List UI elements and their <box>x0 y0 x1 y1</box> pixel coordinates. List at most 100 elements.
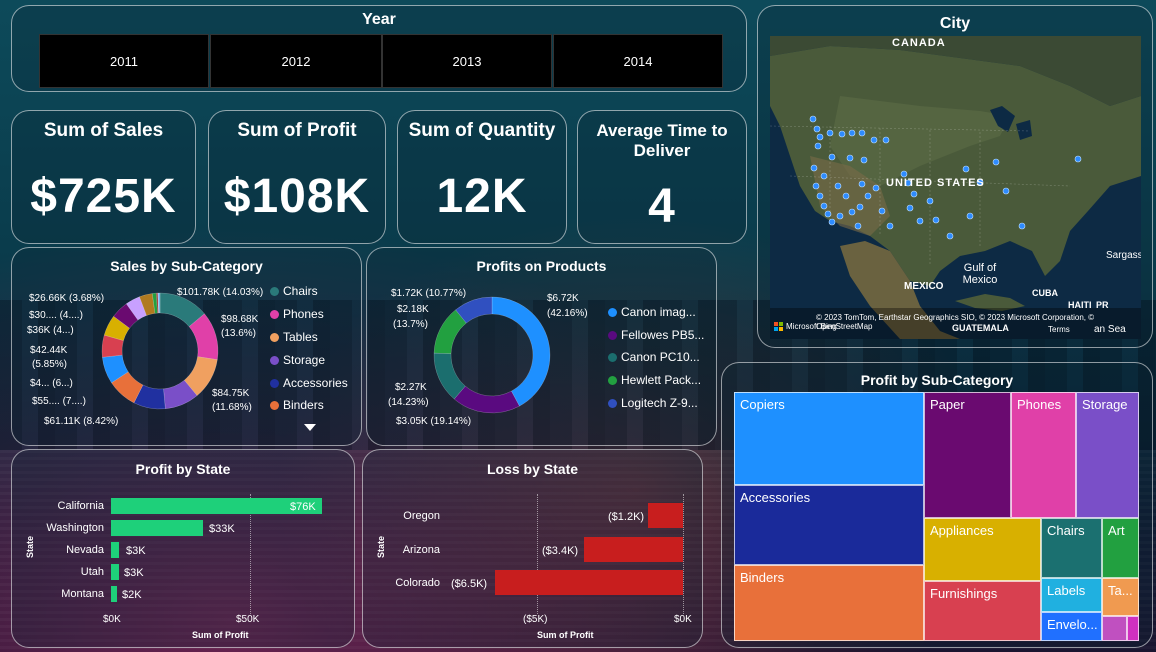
data-label: (5.85%) <box>32 359 68 370</box>
legend-label: Binders <box>283 398 324 412</box>
legend-item-canon-pc[interactable]: Canon PC10... <box>608 350 700 364</box>
treemap-tile-appliances[interactable]: Appliances <box>924 518 1041 581</box>
legend-dot <box>270 355 279 365</box>
legend-item-chairs[interactable]: Chairs <box>270 284 318 298</box>
bing-logo: Microsoft Bing <box>774 322 837 331</box>
legend-item-canon-imag[interactable]: Canon imag... <box>608 305 696 319</box>
data-label: $2.18K <box>397 304 429 315</box>
bar-utah[interactable] <box>111 564 120 580</box>
year-option-2012[interactable]: 2012 <box>210 34 382 88</box>
legend-item-fellowes[interactable]: Fellowes PB5... <box>608 328 704 342</box>
state-label-colorado: Colorado <box>395 577 440 589</box>
treemap-tile-envelopes[interactable]: Envelo... <box>1041 612 1102 641</box>
bar-oregon[interactable] <box>648 503 683 528</box>
legend-label: Accessories <box>283 376 348 390</box>
donut-slice-fellowes-pb5[interactable] <box>453 385 520 414</box>
legend-item-logitech[interactable]: Logitech Z-9... <box>608 396 698 410</box>
map-terms-link[interactable]: Terms <box>1048 325 1070 334</box>
year-slicer-title: Year <box>362 11 396 28</box>
bar-value-label: ($6.5K) <box>451 578 488 590</box>
legend-item-accessories[interactable]: Accessories <box>270 376 348 390</box>
legend-dot <box>608 398 617 408</box>
map-label-sargasso: Sargass <box>1106 250 1141 261</box>
treemap-tile-small-1[interactable] <box>1102 616 1127 641</box>
bar-montana[interactable] <box>111 586 117 602</box>
treemap-tile-art[interactable]: Art <box>1102 518 1139 578</box>
year-slicer-panel: Year 2011 2012 2013 2014 <box>11 5 747 92</box>
map-title: City <box>939 15 971 32</box>
treemap-tile-copiers[interactable]: Copiers <box>734 392 924 485</box>
map-canvas[interactable]: CANADA UNITED STATES Gulf of Mexico MEXI… <box>770 36 1141 339</box>
bar-arizona[interactable] <box>584 537 683 562</box>
state-label-oregon: Oregon <box>403 510 440 522</box>
legend-label: Chairs <box>283 284 318 298</box>
legend-dot <box>608 330 617 340</box>
bar-value-label: $33K <box>209 523 235 535</box>
profit-treemap-panel: Profit by Sub-Category Copiers Accessori… <box>721 362 1153 648</box>
kpi-title: Sum of Quantity <box>408 120 556 141</box>
data-label: (13.6%) <box>221 328 257 339</box>
treemap-tile-small-2[interactable] <box>1127 616 1139 641</box>
loss-state-bars[interactable]: Oregon Arizona Colorado ($1.2K) ($3.4K) … <box>363 450 704 649</box>
map-label-canada: CANADA <box>892 37 946 49</box>
kpi-card-delivery-time: Average Time to Deliver 4 <box>577 110 747 244</box>
treemap-tile-phones[interactable]: Phones <box>1011 392 1076 518</box>
data-label: $42.44K <box>30 345 68 356</box>
legend-item-storage[interactable]: Storage <box>270 353 325 367</box>
bar-nevada[interactable] <box>111 542 120 558</box>
legend-item-binders[interactable]: Binders <box>270 398 324 412</box>
legend-scroll-down-icon[interactable] <box>304 424 316 431</box>
bar-colorado[interactable] <box>494 570 683 595</box>
microsoft-logo-icon <box>774 322 783 331</box>
kpi-value: 12K <box>436 170 528 223</box>
map-label-haiti: HAITI <box>1068 300 1092 310</box>
legend-label: Phones <box>283 307 324 321</box>
map-label-cuba: CUBA <box>1032 288 1058 298</box>
legend-item-tables[interactable]: Tables <box>270 330 318 344</box>
kpi-title: Sum of Profit <box>237 120 357 141</box>
bar-washington[interactable] <box>111 520 203 536</box>
donut-slice-canon-imag[interactable] <box>491 296 551 407</box>
state-label-utah: Utah <box>80 566 104 578</box>
legend-label: Tables <box>283 330 318 344</box>
legend-item-hewlett[interactable]: Hewlett Pack... <box>608 373 701 387</box>
kpi-value: $725K <box>30 170 177 223</box>
kpi-card-profit: Sum of Profit $108K <box>208 110 386 244</box>
legend-label: Hewlett Pack... <box>621 373 702 387</box>
kpi-card-sales: Sum of Sales $725K <box>11 110 196 244</box>
data-label: $30.... (4....) <box>29 310 83 321</box>
data-label: $26.66K (3.68%) <box>29 293 105 304</box>
state-label-montana: Montana <box>61 588 104 600</box>
treemap-tile-furnishings[interactable]: Furnishings <box>924 581 1041 641</box>
data-label: $3.05K (19.14%) <box>396 416 472 427</box>
treemap-tile-tables[interactable]: Ta... <box>1102 578 1139 616</box>
year-option-2013[interactable]: 2013 <box>382 34 552 88</box>
kpi-title: Sum of Sales <box>43 120 164 141</box>
treemap-tile-labels[interactable]: Labels <box>1041 578 1102 612</box>
data-label: (13.7%) <box>393 319 429 330</box>
treemap-tile-accessories[interactable]: Accessories <box>734 485 924 565</box>
kpi-title: Average Time to Deliver <box>596 121 728 160</box>
kpi-value: 4 <box>648 180 676 233</box>
profit-state-bars[interactable]: California Washington Nevada Utah Montan… <box>12 450 356 649</box>
state-label-nevada: Nevada <box>66 544 104 556</box>
legend-item-phones[interactable]: Phones <box>270 307 324 321</box>
treemap-tile-chairs[interactable]: Chairs <box>1041 518 1102 578</box>
data-label: $36K (4...) <box>27 325 74 336</box>
data-label: $4... (6...) <box>30 378 73 389</box>
legend-dot <box>270 400 279 410</box>
year-option-2014[interactable]: 2014 <box>553 34 723 88</box>
year-option-2011[interactable]: 2011 <box>39 34 209 88</box>
legend-label: Fellowes PB5... <box>621 328 705 342</box>
map-label-gulf: Gulf of Mexico <box>962 262 998 286</box>
treemap-tile-binders[interactable]: Binders <box>734 565 924 641</box>
treemap-tile-paper[interactable]: Paper <box>924 392 1011 518</box>
legend-label: Canon imag... <box>621 305 696 319</box>
bar-value-label: $76K <box>290 501 316 513</box>
legend-dot <box>270 286 279 296</box>
data-label: $84.75K <box>212 388 250 399</box>
data-label: $61.11K (8.42%) <box>44 416 119 427</box>
data-label: (11.68%) <box>212 402 252 413</box>
map-label-mexico: MEXICO <box>904 281 944 292</box>
treemap-tile-storage[interactable]: Storage <box>1076 392 1139 518</box>
